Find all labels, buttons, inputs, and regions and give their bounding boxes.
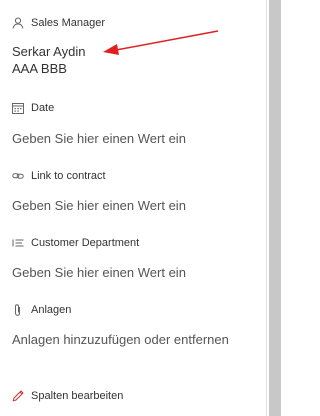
calendar-icon [12, 102, 24, 114]
properties-panel: Sales Manager Serkar Aydin AAA BBB Date … [0, 0, 266, 416]
edit-columns-label: Spalten bearbeiten [31, 390, 124, 402]
date-label-row: Date [12, 101, 54, 115]
edit-columns-button[interactable]: Spalten bearbeiten [12, 389, 123, 403]
customer-department-input[interactable]: Geben Sie hier einen Wert ein [12, 264, 252, 281]
link-to-contract-input[interactable]: Geben Sie hier einen Wert ein [12, 197, 252, 214]
scrollbar-thumb[interactable] [269, 0, 281, 416]
list-choice-icon [12, 237, 24, 249]
sales-manager-name[interactable]: Serkar Aydin [12, 43, 252, 60]
attachments-label-row: Anlagen [12, 303, 71, 317]
customer-department-label: Customer Department [31, 237, 140, 249]
person-icon [12, 17, 24, 29]
attachments-input[interactable]: Anlagen hinzuzufügen oder entfernen [12, 331, 252, 348]
sales-manager-label-row: Sales Manager [12, 16, 105, 30]
sales-manager-extra: AAA BBB [12, 61, 67, 76]
vertical-scrollbar[interactable] [266, 0, 282, 416]
paperclip-icon [12, 304, 24, 316]
sales-manager-value[interactable]: Serkar Aydin AAA BBB [12, 43, 252, 77]
attachments-label: Anlagen [31, 304, 72, 316]
date-input[interactable]: Geben Sie hier einen Wert ein [12, 130, 252, 147]
link-icon [12, 170, 24, 182]
sales-manager-label: Sales Manager [31, 17, 105, 29]
link-to-contract-label-row: Link to contract [12, 169, 106, 183]
pencil-icon [12, 390, 24, 402]
date-label: Date [31, 102, 55, 114]
customer-department-label-row: Customer Department [12, 236, 139, 250]
link-to-contract-label: Link to contract [31, 170, 106, 182]
